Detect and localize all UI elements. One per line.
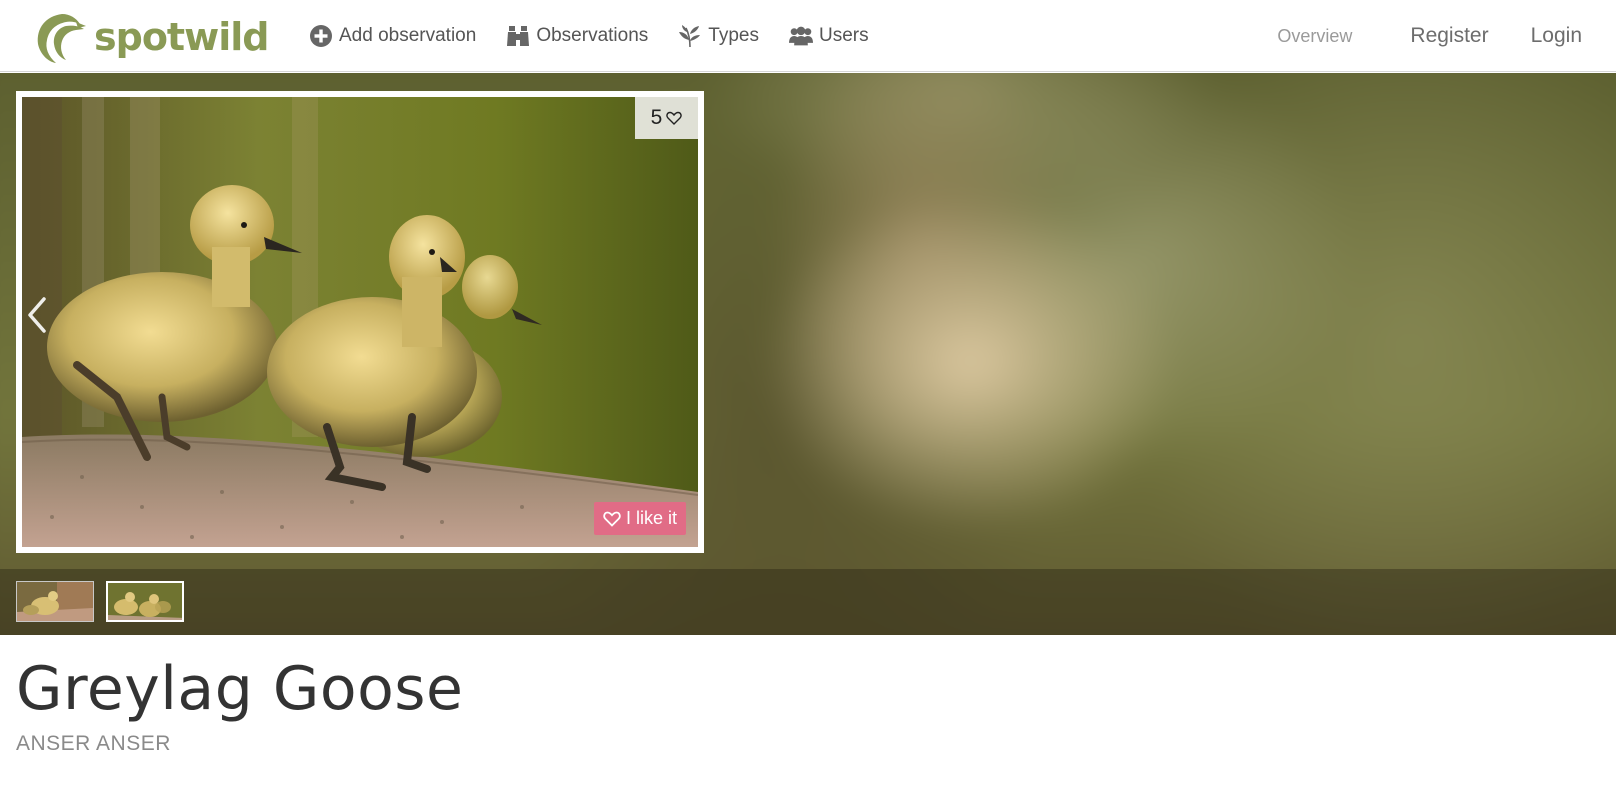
nav-register[interactable]: Register xyxy=(1410,24,1488,48)
users-icon xyxy=(788,24,813,48)
nav-overview[interactable]: Overview xyxy=(1277,26,1352,47)
heart-outline-icon xyxy=(666,111,683,125)
account-nav: Overview Register Login xyxy=(1277,0,1582,72)
brand-logo[interactable]: spotwild xyxy=(32,10,269,64)
chevron-left-icon xyxy=(28,297,46,333)
goslings-thumbnail-1 xyxy=(17,582,93,621)
main-photo-frame: 5 I like it xyxy=(16,91,704,553)
thumbnail-1[interactable] xyxy=(16,581,94,622)
nav-observations-label: Observations xyxy=(536,25,649,46)
nav-users-label: Users xyxy=(818,25,869,46)
thumbnail-strip xyxy=(0,569,1616,635)
goslings-thumbnail-2 xyxy=(108,583,182,620)
bird-logo-icon xyxy=(37,14,86,63)
photo-gallery: 5 I like it xyxy=(0,73,1616,635)
thumbnail-2[interactable] xyxy=(106,581,184,622)
nav-add-observation-label: Add observation xyxy=(339,25,477,46)
previous-photo-button[interactable] xyxy=(24,295,48,335)
brand-name: spotwild xyxy=(94,15,269,59)
main-photo[interactable]: 5 I like it xyxy=(22,97,698,547)
leaf-icon xyxy=(678,24,702,48)
main-nav: Add observation Observations Types Users xyxy=(309,0,899,72)
likes-count: 5 xyxy=(650,106,663,129)
like-button[interactable]: I like it xyxy=(593,502,686,535)
top-navbar: spotwild Add observation Observations Ty… xyxy=(0,0,1616,72)
species-common-name: Greylag Goose xyxy=(16,654,464,724)
plus-circle-icon xyxy=(309,24,333,48)
like-button-label: I like it xyxy=(625,508,677,528)
goslings-photo xyxy=(22,97,698,547)
nav-types-label: Types xyxy=(708,25,759,46)
binoculars-icon xyxy=(506,24,530,48)
species-latin-name: ANSER ANSER xyxy=(16,732,171,755)
nav-users[interactable]: Users xyxy=(788,24,869,48)
heart-outline-icon xyxy=(603,511,621,527)
nav-types[interactable]: Types xyxy=(678,24,759,48)
likes-count-badge: 5 xyxy=(635,97,698,139)
nav-login[interactable]: Login xyxy=(1531,24,1582,48)
nav-add-observation[interactable]: Add observation xyxy=(309,24,476,48)
nav-observations[interactable]: Observations xyxy=(506,24,648,48)
